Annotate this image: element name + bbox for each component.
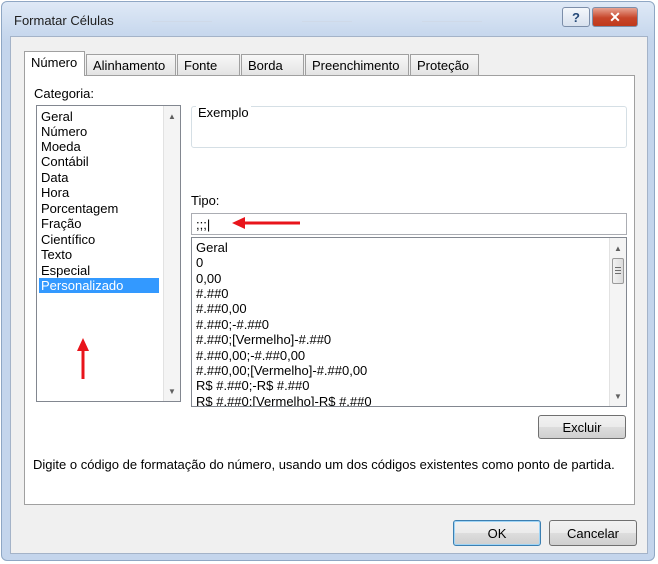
list-item[interactable]: R$ #.##0;[Vermelho]-R$ #.##0 [196,394,372,406]
scroll-down-icon[interactable]: ▼ [164,383,180,399]
tab-label: Alinhamento [93,58,166,73]
dialog-body: Número Alinhamento Fonte Borda Preenchim… [10,36,648,554]
tab-label: Preenchimento [312,58,400,73]
list-item-selected[interactable]: Personalizado [39,278,159,293]
tab-numero[interactable]: Número [24,51,85,76]
delete-button-label: Excluir [562,419,602,435]
example-label: Exemplo [196,105,251,120]
title-bar[interactable]: Formatar Células ? ✕ [2,2,654,36]
list-item[interactable]: Especial [39,263,159,278]
close-button[interactable]: ✕ [592,7,638,27]
tab-panel-numero: Categoria: Geral Número Moeda Contábil D… [24,75,635,505]
list-item[interactable]: Fração [39,216,159,231]
list-item[interactable]: Moeda [39,139,159,154]
grip-line [615,273,621,274]
list-item[interactable]: 0 [196,255,203,270]
background-cell-ghost [422,5,482,22]
help-button[interactable]: ? [562,7,590,27]
tab-label: Borda [248,58,283,73]
tab-protecao[interactable]: Proteção [410,54,479,75]
background-cell-ghost [302,5,352,22]
list-item[interactable]: #.##0 [196,286,229,301]
list-item[interactable]: Contábil [39,154,159,169]
category-list[interactable]: Geral Número Moeda Contábil Data Hora Po… [36,105,181,402]
type-label: Tipo: [191,193,220,208]
tab-label: Proteção [417,58,470,73]
tab-label: Fonte [184,58,218,73]
list-item[interactable]: #.##0;[Vermelho]-#.##0 [196,332,331,347]
delete-button[interactable]: Excluir [538,415,626,439]
list-item[interactable]: Porcentagem [39,201,159,216]
list-item[interactable]: #.##0;-#.##0 [196,317,269,332]
dialog-window: Formatar Células ? ✕ Número Alinhamento … [1,1,655,561]
tab-fonte[interactable]: Fonte [177,54,240,75]
ok-button[interactable]: OK [453,520,541,546]
grip-line [615,267,621,268]
scroll-down-icon[interactable]: ▼ [610,388,626,404]
window-title: Formatar Células [14,13,114,28]
scroll-up-icon[interactable]: ▲ [164,108,180,124]
tab-preenchimento[interactable]: Preenchimento [305,54,409,75]
annotation-arrow-up-icon [77,338,89,379]
format-scrollbar[interactable]: ▲ ▼ [609,238,626,406]
list-item[interactable]: #.##0,00;-#.##0,00 [196,348,305,363]
help-icon: ? [572,9,580,25]
list-item[interactable]: Texto [39,247,159,262]
background-cell-ghost [152,5,212,22]
tab-alinhamento[interactable]: Alinhamento [86,54,176,75]
category-label: Categoria: [34,86,94,101]
list-item[interactable]: Hora [39,185,159,200]
list-item[interactable]: 0,00 [196,271,221,286]
tab-label: Número [31,55,78,70]
list-item[interactable]: Científico [39,232,159,247]
list-item[interactable]: Geral [39,109,159,124]
cancel-button-label: Cancelar [566,525,620,541]
category-scrollbar[interactable]: ▲ ▼ [163,106,180,401]
scroll-thumb[interactable] [612,258,624,284]
annotation-arrow-left-icon [232,217,300,229]
list-item[interactable]: Geral [196,240,228,255]
format-code-list[interactable]: Geral 0 0,00 #.##0 #.##0,00 #.##0;-#.##0… [191,237,627,407]
grip-line [615,270,621,271]
list-item[interactable]: Data [39,170,159,185]
list-item[interactable]: #.##0,00;[Vermelho]-#.##0,00 [196,363,367,378]
list-item[interactable]: #.##0,00 [196,301,247,316]
list-item[interactable]: Número [39,124,159,139]
close-icon: ✕ [609,8,621,25]
ok-button-label: OK [487,525,507,541]
tab-borda[interactable]: Borda [241,54,304,75]
example-group: Exemplo [191,105,627,148]
cancel-button[interactable]: Cancelar [549,520,637,546]
scroll-up-icon[interactable]: ▲ [610,240,626,256]
list-item[interactable]: R$ #.##0;-R$ #.##0 [196,378,309,393]
help-description: Digite o código de formatação do número,… [33,457,615,472]
